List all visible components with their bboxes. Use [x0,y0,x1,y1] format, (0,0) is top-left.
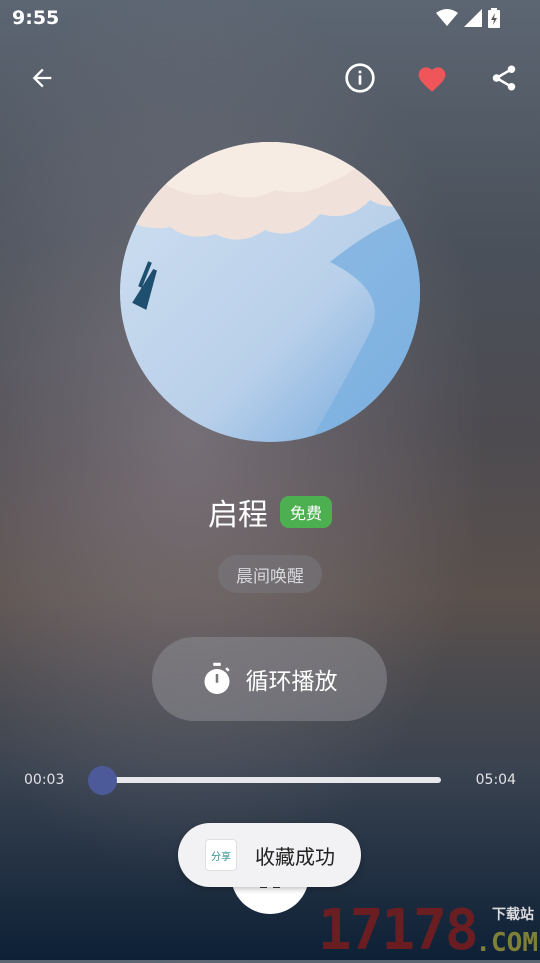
category-tag[interactable]: 晨间唤醒 [218,555,322,593]
system-icons [436,8,500,28]
progress-bar: 00:03 05:04 [0,766,540,796]
watermark-number: 17178 [318,898,479,963]
share-icon [492,65,516,91]
cover-image [120,142,420,442]
info-icon [345,63,375,93]
app-icon: 分享 [205,839,237,871]
track-title: 启程 [207,498,268,533]
title-row: 启程 免费 [0,490,540,534]
battery-charging-icon [488,8,500,28]
arrow-back-icon [32,68,52,88]
loop-play-button[interactable]: 循环播放 [152,637,387,721]
info-button[interactable] [338,56,382,100]
category-tag-label: 晨间唤醒 [236,566,304,587]
top-bar [0,50,540,106]
current-time: 00:03 [24,772,65,788]
watermark-suffix: .COM [475,928,538,958]
watermark-logo: 17178 下载站 .COM [318,898,540,963]
free-badge: 免费 [279,496,332,528]
timer-icon [204,662,230,694]
back-button[interactable] [20,56,64,100]
wifi-icon [436,9,458,26]
toast-message: 收藏成功 [255,844,335,869]
album-cover [120,142,420,442]
seek-track[interactable] [102,777,441,783]
seek-thumb[interactable] [88,766,117,795]
cell-signal-icon [464,9,482,27]
watermark-site: 下载站 [492,907,534,923]
favorite-button[interactable] [410,56,454,100]
status-bar: 9:55 [0,0,540,38]
status-time: 9:55 [12,7,60,29]
share-button[interactable] [482,56,526,100]
toast: 分享 收藏成功 [178,823,361,887]
app-icon-text: 分享 [211,851,231,863]
loop-play-label: 循环播放 [245,669,338,695]
heart-icon [418,67,446,92]
total-time: 05:04 [475,772,516,788]
